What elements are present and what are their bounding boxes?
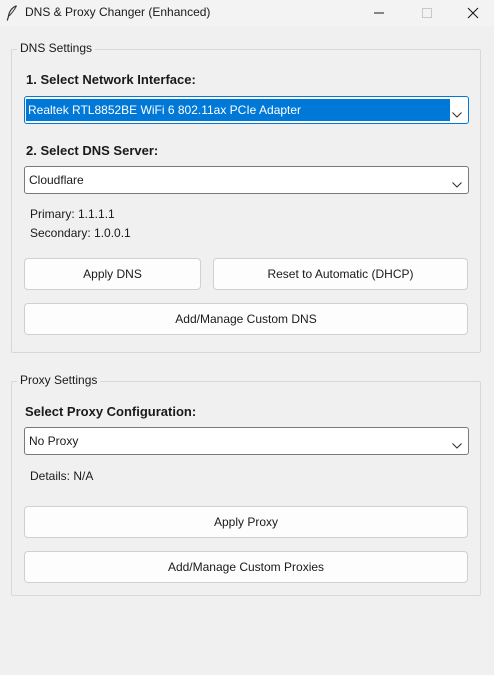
minimize-button[interactable]	[356, 0, 402, 26]
network-interface-select[interactable]: Realtek RTL8852BE WiFi 6 802.11ax PCIe A…	[24, 96, 469, 124]
manage-custom-proxies-button[interactable]: Add/Manage Custom Proxies	[24, 551, 468, 583]
apply-dns-button[interactable]: Apply DNS	[24, 258, 201, 290]
reset-dhcp-button[interactable]: Reset to Automatic (DHCP)	[213, 258, 468, 290]
proxy-config-label: Select Proxy Configuration:	[25, 404, 197, 419]
network-interface-value: Realtek RTL8852BE WiFi 6 802.11ax PCIe A…	[26, 99, 450, 121]
proxy-config-select[interactable]: No Proxy	[24, 427, 469, 455]
title-bar: DNS & Proxy Changer (Enhanced)	[0, 0, 494, 26]
maximize-icon	[422, 8, 432, 18]
feather-icon	[6, 5, 18, 21]
maximize-button[interactable]	[404, 0, 450, 26]
dns-server-select[interactable]: Cloudflare	[24, 166, 469, 194]
minimize-icon	[374, 8, 384, 18]
proxy-config-value: No Proxy	[29, 434, 79, 448]
proxy-settings-label: Proxy Settings	[17, 373, 101, 387]
dns-settings-label: DNS Settings	[17, 41, 96, 55]
close-button[interactable]	[450, 0, 494, 26]
primary-dns-text: Primary: 1.1.1.1	[30, 207, 115, 221]
network-interface-label: 1. Select Network Interface:	[26, 72, 196, 87]
proxy-details-text: Details: N/A	[30, 469, 94, 483]
chevron-down-icon	[452, 107, 462, 121]
dns-server-value: Cloudflare	[29, 173, 84, 187]
chevron-down-icon	[452, 177, 462, 191]
apply-proxy-button[interactable]: Apply Proxy	[24, 506, 468, 538]
dns-server-label: 2. Select DNS Server:	[26, 143, 159, 158]
chevron-down-icon	[452, 438, 462, 452]
secondary-dns-text: Secondary: 1.0.0.1	[30, 226, 131, 240]
manage-custom-dns-button[interactable]: Add/Manage Custom DNS	[24, 303, 468, 335]
window-title: DNS & Proxy Changer (Enhanced)	[25, 5, 211, 19]
close-icon	[467, 7, 479, 19]
